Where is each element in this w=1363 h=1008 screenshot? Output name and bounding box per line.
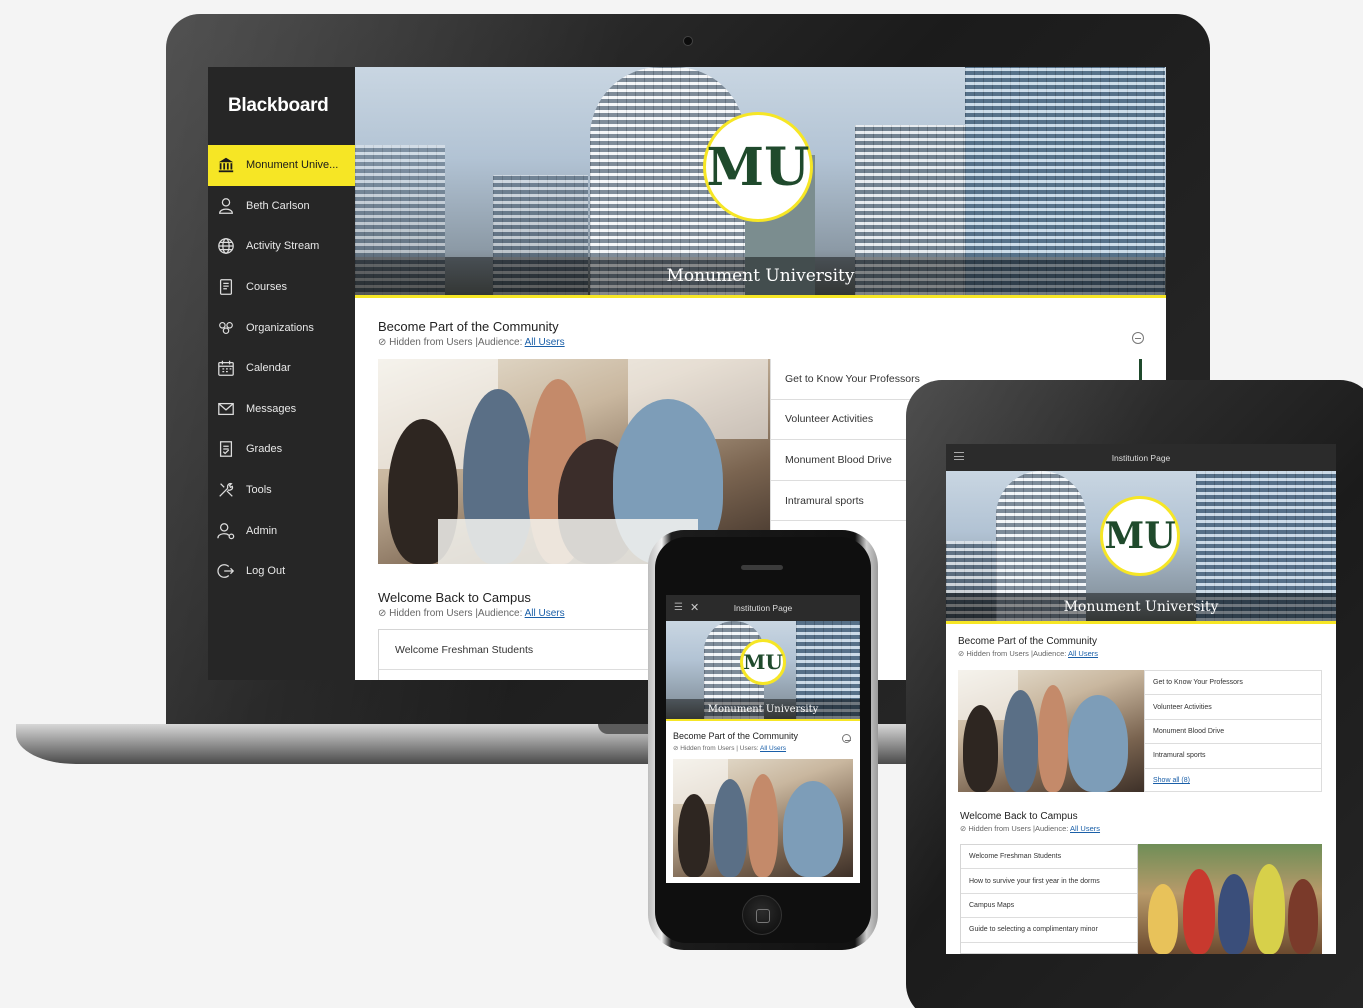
university-seal: MU [703,112,813,222]
community-photo [673,759,853,877]
list-item[interactable]: Welcome Freshman Students [961,845,1137,870]
sidebar-item-courses[interactable]: Courses [208,267,355,308]
sidebar: Blackboard Monument Unive... Beth Carlso… [208,67,355,680]
home-button-icon[interactable] [742,895,782,935]
logout-icon [216,561,236,581]
grades-icon [216,439,236,459]
sidebar-item-label: Tools [246,484,272,497]
organizations-icon [216,318,236,338]
sidebar-item-tools[interactable]: Tools [208,470,355,511]
close-icon[interactable]: ✕ [690,601,699,614]
hidden-eye-icon: ⊘ [378,337,387,348]
phone-speaker [741,565,783,570]
audience-link[interactable]: All Users [525,608,565,619]
module-title-community: Become Part of the Community [378,319,559,334]
admin-icon [216,521,236,541]
sidebar-item-label: Courses [246,281,287,294]
banner-title: Monument University [355,257,1166,295]
audience-link[interactable]: All Users [525,337,565,348]
hamburger-menu-icon[interactable]: ☰ [674,602,683,613]
sidebar-item-label: Messages [246,402,297,415]
sidebar-item-messages[interactable]: Messages [208,389,355,430]
sidebar-item-label: Log Out [246,565,286,578]
tablet-banner: MU Monument University [946,471,1336,621]
sidebar-item-calendar[interactable]: Calendar [208,348,355,389]
collapse-icon[interactable] [1132,332,1144,344]
university-seal: MU [1100,496,1180,576]
module-visibility-welcome: ⊘ Hidden from Users |Audience: All Users [378,608,565,619]
banner-divider [666,719,860,721]
sidebar-item-label: Organizations [246,321,314,334]
sidebar-item-admin[interactable]: Admin [208,510,355,551]
audience-link[interactable]: All Users [1070,824,1100,833]
sidebar-item-label: Activity Stream [246,240,320,253]
module-visibility-community: ⊘ Hidden from Users | Users: All Users [673,745,787,752]
sidebar-item-label: Beth Carlson [246,199,310,212]
hidden-eye-icon: ⊘ [378,608,387,619]
welcome-photo [1138,844,1322,954]
sidebar-item-profile[interactable]: Beth Carlson [208,186,355,227]
banner-image: MU Monument University [355,67,1166,295]
tablet-screen: Institution Page MU Monument University … [946,444,1336,954]
tablet-topbar: Institution Page [946,444,1336,471]
blackboard-logo[interactable]: Blackboard [208,67,355,145]
list-item[interactable]: How to survive your first year in the do… [961,869,1137,894]
collapse-icon[interactable] [842,734,851,743]
tools-icon [216,480,236,500]
sidebar-item-label: Admin [246,524,278,537]
sidebar-item-organizations[interactable]: Organizations [208,307,355,348]
hidden-eye-icon: ⊘ [673,745,679,752]
module-title-community: Become Part of the Community [958,636,1097,647]
camera-icon [683,36,693,46]
user-icon [216,196,236,216]
show-all-link[interactable]: Show all (8) [1145,769,1321,793]
sidebar-item-label: Calendar [246,362,291,375]
phone-screen: ☰ ✕ Institution Page MU Monument Univers… [666,595,860,883]
phone-topbar: ☰ ✕ Institution Page [666,595,860,621]
list-item[interactable]: Get to Know Your Professors [1145,671,1321,696]
community-photo [958,670,1144,792]
banner-title: Monument University [666,699,860,719]
university-seal: MU [740,639,786,685]
sidebar-item-label: Monument Unive... [246,159,339,172]
calendar-icon [216,358,236,378]
globe-icon [216,236,236,256]
list-item[interactable]: Intramural sports [1145,744,1321,769]
courses-icon [216,277,236,297]
phone-banner: MU Monument University [666,621,860,719]
hamburger-menu-icon[interactable] [954,452,964,460]
module-visibility-community: ⊘ Hidden from Users |Audience: All Users [958,649,1099,658]
audience-link[interactable]: All Users [760,745,786,752]
sidebar-item-label: Grades [246,443,283,456]
banner-divider [946,621,1336,624]
institution-icon [216,155,236,175]
list-item[interactable]: Guide to selecting a complimentary minor [961,918,1137,943]
sidebar-item-activity-stream[interactable]: Activity Stream [208,226,355,267]
messages-icon [216,399,236,419]
audience-link[interactable]: All Users [1068,649,1098,658]
banner-divider [355,295,1166,298]
list-item[interactable]: Volunteer Activities [1145,695,1321,720]
banner-title: Monument University [946,593,1336,621]
hidden-eye-icon: ⊘ [960,824,967,833]
sidebar-item-grades[interactable]: Grades [208,429,355,470]
list-item[interactable]: Monument Blood Drive [1145,720,1321,745]
topbar-title: Institution Page [1111,452,1171,463]
sidebar-item-institution[interactable]: Monument Unive... [208,145,355,186]
hidden-eye-icon: ⊘ [958,649,965,658]
module-title-welcome: Welcome Back to Campus [378,590,531,605]
sidebar-item-logout[interactable]: Log Out [208,551,355,592]
module-visibility-community: ⊘ Hidden from Users |Audience: All Users [378,337,565,348]
topbar-title: Institution Page [733,603,793,613]
list-item[interactable]: Campus Maps [961,894,1137,919]
module-title-welcome: Welcome Back to Campus [960,811,1078,822]
community-link-list: Get to Know Your Professors Volunteer Ac… [1144,670,1322,792]
module-title-community: Become Part of the Community [673,731,799,741]
module-visibility-welcome: ⊘ Hidden from Users |Audience: All Users [960,824,1101,833]
welcome-link-list: Welcome Freshman Students How to survive… [960,844,1138,954]
